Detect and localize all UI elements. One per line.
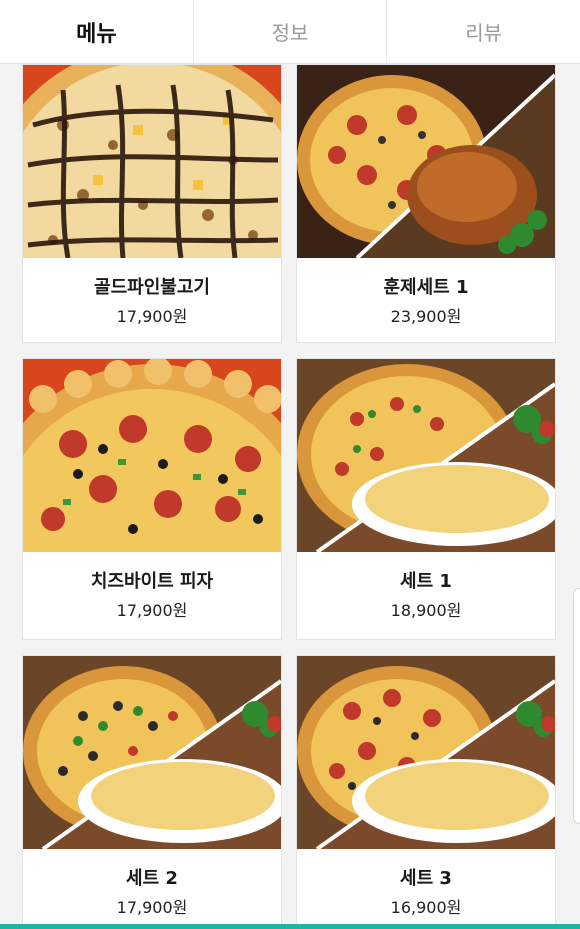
tab-info[interactable]: 정보 xyxy=(194,0,388,63)
menu-item-price: 16,900원 xyxy=(390,898,462,917)
menu-item-name: 치즈바이트 피자 xyxy=(90,571,214,592)
menu-item-name: 골드파인불고기 xyxy=(94,277,210,298)
menu-card[interactable]: 세트 3 16,900원 xyxy=(296,655,556,929)
pizza-gratin-set-image xyxy=(297,359,555,552)
menu-item-price: 17,900원 xyxy=(116,601,188,620)
bottom-accent-bar xyxy=(0,924,580,929)
pizza-gratin-set-image xyxy=(297,656,555,849)
pizza-gratin-set-image xyxy=(23,656,281,849)
menu-item-name: 세트 2 xyxy=(126,868,178,889)
menu-card[interactable]: 세트 2 17,900원 xyxy=(22,655,282,929)
pizza-bulgogi-image xyxy=(23,65,281,258)
menu-card[interactable]: 세트 1 18,900원 xyxy=(296,358,556,640)
menu-card[interactable]: 훈제세트 1 23,900원 xyxy=(296,64,556,343)
pizza-chicken-set-image xyxy=(297,65,555,258)
scrollbar-handle[interactable] xyxy=(573,588,580,824)
menu-item-price: 17,900원 xyxy=(116,307,188,326)
tab-menu[interactable]: 메뉴 xyxy=(0,0,194,63)
menu-item-name: 세트 3 xyxy=(400,868,452,889)
menu-card[interactable]: 골드파인불고기 17,900원 xyxy=(22,64,282,343)
menu-item-price: 17,900원 xyxy=(116,898,188,917)
menu-card[interactable]: 치즈바이트 피자 17,900원 xyxy=(22,358,282,640)
tab-reviews[interactable]: 리뷰 xyxy=(387,0,580,63)
menu-item-name: 훈제세트 1 xyxy=(383,277,469,298)
tab-bar: 메뉴 정보 리뷰 xyxy=(0,0,580,64)
menu-item-price: 18,900원 xyxy=(390,601,462,620)
menu-item-name: 세트 1 xyxy=(400,571,452,592)
pizza-cheese-bite-image xyxy=(23,359,281,552)
menu-item-price: 23,900원 xyxy=(390,307,462,326)
app-screen: 메뉴 정보 리뷰 골드파인불고기 17,900원 훈제세트 1 23,900원 … xyxy=(0,0,580,929)
